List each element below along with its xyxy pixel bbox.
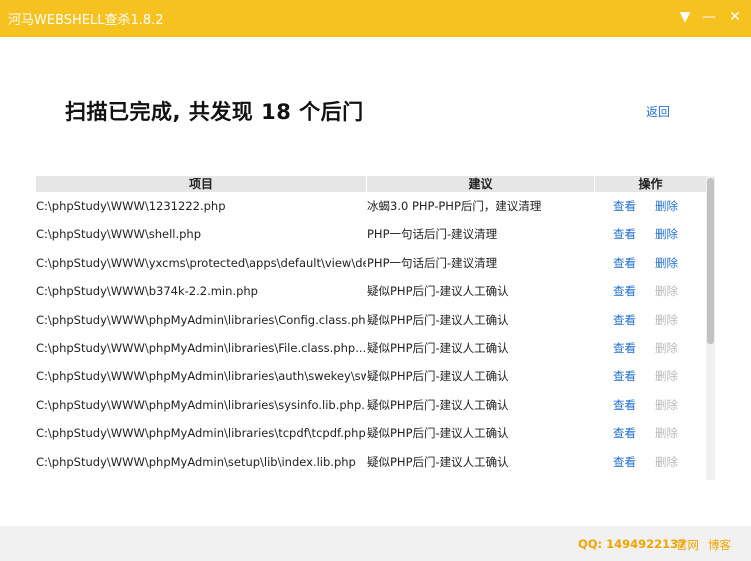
delete-button[interactable]: 删除 (655, 220, 685, 248)
backdoor-count: 18 (261, 100, 292, 124)
view-button[interactable]: 查看 (613, 220, 643, 248)
qq-contact: QQ: 1494922137 (578, 537, 687, 551)
view-button[interactable]: 查看 (613, 448, 643, 476)
scan-summary-heading: 扫描已完成, 共发现 18 个后门 (65, 96, 364, 126)
table-row[interactable]: C:\phpStudy\WWW\phpMyAdmin\libraries\tcp… (36, 419, 706, 447)
suggestion-cell: 疑似PHP后门-建议人工确认 (367, 284, 509, 299)
minimize-icon[interactable]: — (700, 8, 718, 26)
view-button[interactable]: 查看 (613, 249, 643, 277)
delete-button[interactable]: 删除 (655, 306, 685, 334)
suggestion-cell: 疑似PHP后门-建议人工确认 (367, 369, 509, 384)
title-bar: 河马WEBSHELL查杀1.8.2 ▼ — ✕ (0, 0, 751, 37)
footer-bar: QQ: 1494922137 官网 博客 (0, 526, 751, 561)
view-button[interactable]: 查看 (613, 391, 643, 419)
file-path-cell: C:\phpStudy\WWW\shell.php (36, 227, 202, 242)
vertical-scrollbar[interactable] (706, 176, 715, 480)
suggestion-cell: 疑似PHP后门-建议人工确认 (367, 426, 509, 441)
file-path-cell: C:\phpStudy\WWW\yxcms\protected\apps\def… (36, 255, 366, 270)
view-button[interactable]: 查看 (613, 277, 643, 305)
scrollbar-thumb[interactable] (707, 178, 714, 344)
delete-button[interactable]: 删除 (655, 192, 685, 220)
file-path-cell: C:\phpStudy\WWW\phpMyAdmin\libraries\Fil… (36, 341, 366, 355)
suggestion-cell: 疑似PHP后门-建议人工确认 (367, 312, 509, 327)
summary-suffix: 个后门 (291, 100, 364, 124)
table-row[interactable]: C:\phpStudy\WWW\1231222.php 冰蝎3.0 PHP-PHP… (36, 192, 706, 220)
table-row[interactable]: C:\phpStudy\WWW\phpMyAdmin\libraries\Con… (36, 306, 706, 334)
suggestion-cell: PHP一句话后门-建议清理 (367, 255, 498, 270)
blog-link[interactable]: 博客 (708, 537, 731, 553)
window-title: 河马WEBSHELL查杀1.8.2 (8, 13, 164, 28)
view-button[interactable]: 查看 (613, 306, 643, 334)
file-path-cell: C:\phpStudy\WWW\1231222.php (36, 199, 226, 213)
suggestion-cell: 冰蝎3.0 PHP-PHP后门，建议清理 (367, 199, 542, 213)
table-header: 项目 建议 操作 (36, 176, 706, 192)
suggestion-cell: 疑似PHP后门-建议人工确认 (367, 454, 509, 469)
delete-button[interactable]: 删除 (655, 249, 685, 277)
file-path-cell: C:\phpStudy\WWW\phpMyAdmin\setup\lib\ind… (36, 454, 356, 469)
delete-button[interactable]: 删除 (655, 448, 685, 476)
suggestion-cell: 疑似PHP后门-建议人工确认 (367, 397, 509, 412)
view-button[interactable]: 查看 (613, 334, 643, 362)
table-row[interactable]: C:\phpStudy\WWW\b374k-2.2.min.php 疑似PHP后门… (36, 277, 706, 305)
suggestion-cell: 疑似PHP后门-建议人工确认 (367, 341, 509, 355)
table-row[interactable]: C:\phpStudy\WWW\phpMyAdmin\libraries\Fil… (36, 334, 706, 362)
suggestion-cell: PHP一句话后门-建议清理 (367, 227, 498, 242)
table-row[interactable]: C:\phpStudy\WWW\phpMyAdmin\libraries\sys… (36, 391, 706, 419)
delete-button[interactable]: 删除 (655, 391, 685, 419)
table-row[interactable]: C:\phpStudy\WWW\phpMyAdmin\setup\lib\ind… (36, 448, 706, 476)
delete-button[interactable]: 删除 (655, 334, 685, 362)
summary-prefix: 扫描已完成, 共发现 (65, 100, 262, 124)
results-table: 项目 建议 操作 C:\phpStudy\WWW\1231222.php 冰蝎3.… (36, 176, 706, 480)
delete-button[interactable]: 删除 (655, 419, 685, 447)
column-header-action[interactable]: 操作 (595, 176, 706, 192)
view-button[interactable]: 查看 (613, 362, 643, 390)
back-link[interactable]: 返回 (646, 103, 670, 120)
table-row[interactable]: C:\phpStudy\WWW\shell.php PHP一句话后门-建议清理 查看… (36, 220, 706, 248)
column-header-suggestion[interactable]: 建议 (367, 176, 595, 192)
view-button[interactable]: 查看 (613, 419, 643, 447)
column-header-item[interactable]: 项目 (36, 176, 367, 192)
website-link[interactable]: 官网 (676, 537, 699, 553)
table-row[interactable]: C:\phpStudy\WWW\yxcms\protected\apps\def… (36, 249, 706, 277)
delete-button[interactable]: 删除 (655, 277, 685, 305)
file-path-cell: C:\phpStudy\WWW\phpMyAdmin\libraries\aut… (36, 369, 366, 384)
file-path-cell: C:\phpStudy\WWW\phpMyAdmin\libraries\Con… (36, 312, 366, 327)
delete-button[interactable]: 删除 (655, 362, 685, 390)
view-button[interactable]: 查看 (613, 192, 643, 220)
close-icon[interactable]: ✕ (726, 8, 744, 26)
dropdown-menu-icon[interactable]: ▼ (676, 8, 694, 26)
file-path-cell: C:\phpStudy\WWW\b374k-2.2.min.php (36, 284, 258, 299)
table-row[interactable]: C:\phpStudy\WWW\phpMyAdmin\libraries\aut… (36, 362, 706, 390)
file-path-cell: C:\phpStudy\WWW\phpMyAdmin\libraries\tcp… (36, 426, 366, 441)
file-path-cell: C:\phpStudy\WWW\phpMyAdmin\libraries\sys… (36, 397, 366, 412)
